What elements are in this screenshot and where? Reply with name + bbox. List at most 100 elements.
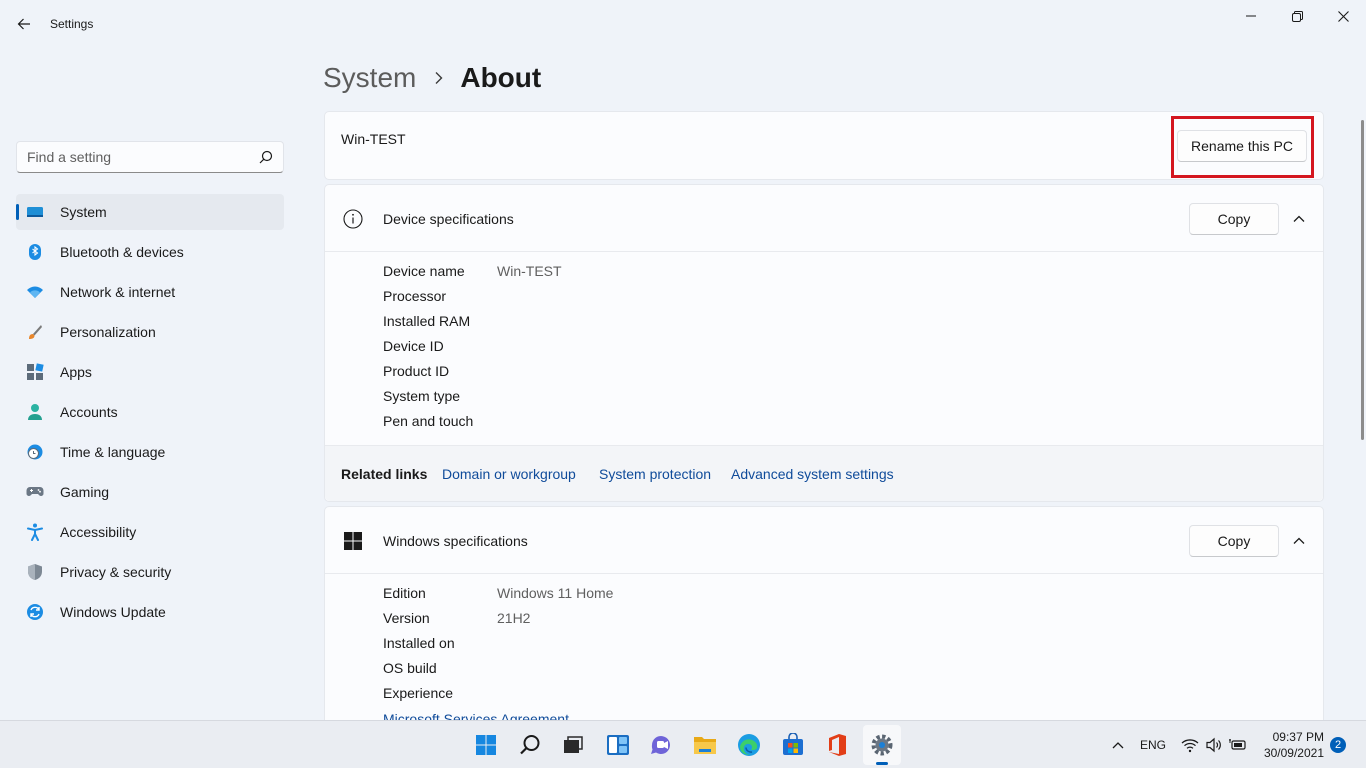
sidebar-item-personalization[interactable]: Personalization: [16, 314, 284, 350]
spec-key: Version: [383, 610, 430, 626]
chat-icon: [651, 736, 670, 755]
sidebar-item-gaming[interactable]: Gaming: [16, 474, 284, 510]
sidebar-item-label: Accessibility: [60, 524, 137, 540]
bluetooth-icon: [29, 244, 41, 260]
taskbar: ENG 09:37 PM 30/09/2021 2: [0, 720, 1366, 768]
sidebar-item-label: Personalization: [60, 324, 156, 340]
sidebar-item-label: Accounts: [60, 404, 118, 420]
show-hidden-icons-icon[interactable]: [1110, 738, 1126, 752]
widgets-icon: [607, 735, 629, 755]
spec-key: Installed RAM: [383, 313, 471, 329]
maximize-button[interactable]: [1274, 0, 1320, 32]
sidebar-item-windows-update[interactable]: Windows Update: [16, 594, 284, 630]
chevron-up-icon[interactable]: [1291, 211, 1307, 227]
windows-update-icon: [27, 604, 43, 620]
copy-windows-specs-button[interactable]: Copy: [1189, 525, 1279, 557]
search-icon: [520, 735, 540, 755]
input-language[interactable]: ENG: [1140, 738, 1166, 752]
sidebar-item-bluetooth[interactable]: Bluetooth & devices: [16, 234, 284, 270]
spec-key: Pen and touch: [383, 413, 474, 429]
spec-key: Device ID: [383, 338, 444, 354]
related-links-label: Related links: [341, 466, 428, 482]
spec-key: Processor: [383, 288, 447, 304]
back-button[interactable]: [10, 10, 38, 38]
gaming-icon: [26, 487, 44, 496]
chat-button[interactable]: [649, 732, 675, 758]
minimize-button[interactable]: [1228, 0, 1274, 32]
chevron-right-icon: [435, 72, 443, 84]
sidebar-item-label: Windows Update: [60, 604, 166, 620]
windows-logo-icon: [344, 532, 362, 550]
search-icon[interactable]: [259, 150, 273, 164]
clock-time[interactable]: 09:37 PM: [1262, 730, 1324, 744]
wifi-icon[interactable]: [1181, 737, 1199, 753]
accessibility-icon: [27, 523, 43, 541]
device-specifications-header[interactable]: Device specifications Copy: [325, 185, 1323, 252]
office-icon: [829, 734, 846, 756]
copy-device-specs-button[interactable]: Copy: [1189, 203, 1279, 235]
close-button[interactable]: [1320, 0, 1366, 32]
sidebar-item-label: Bluetooth & devices: [60, 244, 184, 260]
widgets-button[interactable]: [605, 732, 631, 758]
windows-specifications-header[interactable]: Windows specifications Copy: [325, 507, 1323, 574]
app-title: Settings: [50, 17, 94, 31]
settings-icon: [871, 734, 893, 756]
office-button[interactable]: [824, 732, 850, 758]
notification-badge[interactable]: 2: [1330, 737, 1346, 753]
spec-value: Win-TEST: [497, 263, 562, 279]
start-button[interactable]: [473, 732, 499, 758]
close-icon: [1337, 10, 1349, 22]
scrollbar[interactable]: [1361, 120, 1364, 440]
back-arrow-icon: [17, 18, 30, 30]
accounts-icon: [28, 404, 42, 420]
sidebar-item-apps[interactable]: Apps: [16, 354, 284, 390]
volume-icon[interactable]: [1205, 737, 1223, 753]
windows-specifications-card: Windows specifications Copy Edition Windo…: [324, 506, 1324, 736]
sidebar-item-privacy-security[interactable]: Privacy & security: [16, 554, 284, 590]
title-bar: Settings: [0, 0, 1366, 48]
spec-value: Windows 11 Home: [497, 585, 614, 601]
search-input[interactable]: [17, 142, 257, 172]
sidebar-item-network[interactable]: Network & internet: [16, 274, 284, 310]
start-icon: [476, 735, 496, 755]
sidebar-item-label: Privacy & security: [60, 564, 172, 580]
pc-name-card: Win-TEST Rename this PC: [324, 111, 1324, 180]
sidebar-nav: System Bluetooth & devices Network & int…: [16, 194, 284, 634]
system-protection-link[interactable]: System protection: [599, 466, 711, 482]
breadcrumb-parent[interactable]: System: [323, 62, 416, 94]
domain-workgroup-link[interactable]: Domain or workgroup: [442, 466, 576, 482]
active-app-indicator: [876, 762, 888, 765]
clock-date[interactable]: 30/09/2021: [1250, 746, 1324, 760]
store-icon: [783, 733, 803, 755]
personalization-icon: [29, 325, 42, 339]
advanced-system-settings-link[interactable]: Advanced system settings: [731, 466, 894, 482]
pc-name: Win-TEST: [341, 131, 406, 147]
task-view-icon: [564, 736, 583, 753]
battery-icon[interactable]: [1229, 737, 1247, 753]
sidebar-item-label: Gaming: [60, 484, 110, 500]
spec-key: Edition: [383, 585, 426, 601]
taskbar-search-button[interactable]: [517, 732, 543, 758]
spec-key: Experience: [383, 685, 454, 701]
network-icon: [27, 286, 43, 298]
sidebar-item-label: System: [60, 204, 107, 220]
settings-taskbar-button[interactable]: [869, 732, 895, 758]
chevron-up-icon[interactable]: [1291, 533, 1307, 549]
edge-button[interactable]: [736, 732, 762, 758]
file-explorer-button[interactable]: [692, 732, 718, 758]
rename-pc-button[interactable]: Rename this PC: [1177, 130, 1307, 162]
sidebar-item-time-language[interactable]: Time & language: [16, 434, 284, 470]
store-button[interactable]: [780, 732, 806, 758]
task-view-button[interactable]: [560, 732, 586, 758]
apps-icon: [27, 363, 44, 380]
sidebar-item-system[interactable]: System: [16, 194, 284, 230]
spec-key: Device name: [383, 263, 465, 279]
device-specifications-card: Device specifications Copy Device name Wi…: [324, 184, 1324, 502]
related-links-bar: Related links Domain or workgroup System…: [325, 445, 1323, 501]
restore-icon: [1291, 10, 1303, 22]
privacy-shield-icon: [28, 564, 42, 580]
system-icon: [27, 207, 43, 217]
sidebar-item-accessibility[interactable]: Accessibility: [16, 514, 284, 550]
sidebar-item-accounts[interactable]: Accounts: [16, 394, 284, 430]
spec-key: System type: [383, 388, 461, 404]
